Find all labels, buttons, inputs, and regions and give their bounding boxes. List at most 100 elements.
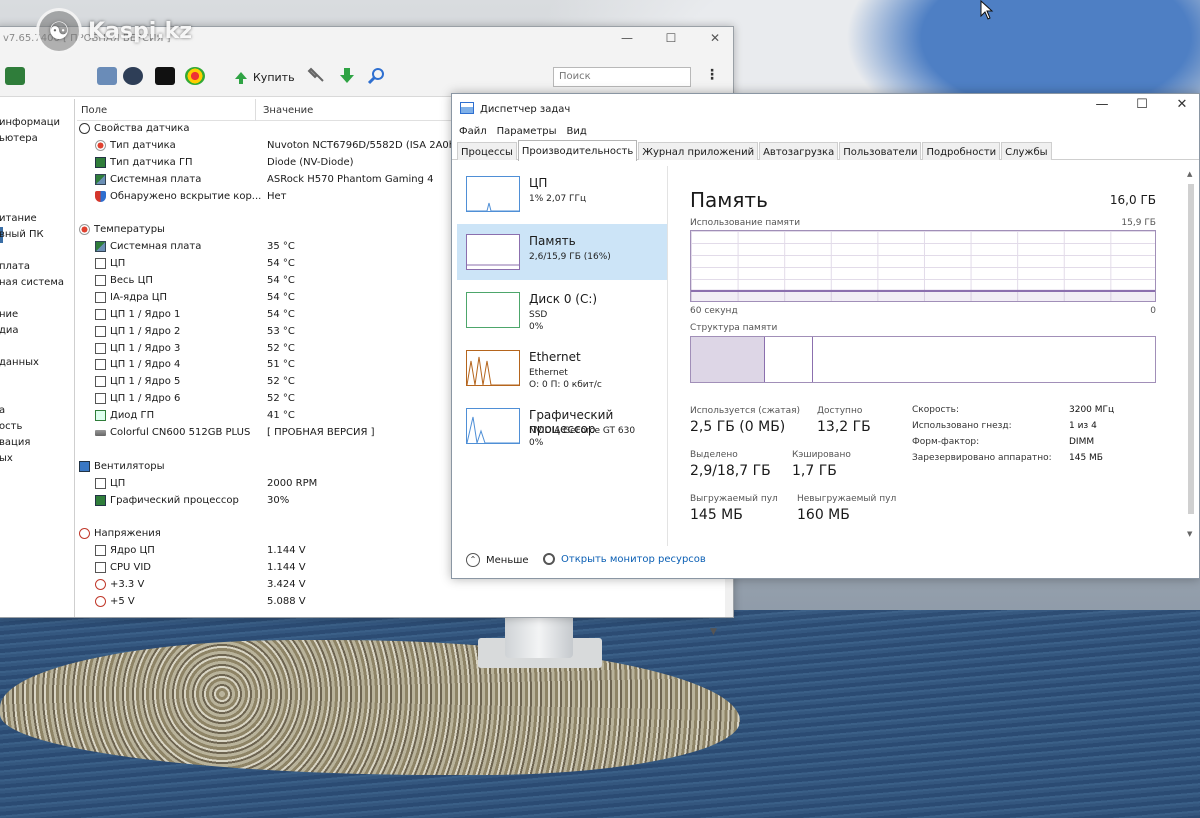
nav-tree-item[interactable]: диа [0,323,74,339]
nav-tree-item[interactable]: итание [0,211,74,227]
memory-stat-value: 13,2 ГБ [817,419,871,435]
gpu-icon [95,494,106,506]
mb-icon [95,173,106,185]
perf-detail: 2,6/15,9 ГБ (16%) [529,252,611,262]
nav-tree-item[interactable] [0,99,74,115]
nav-tree-item[interactable]: информаци [0,115,74,131]
browser-icon[interactable] [185,67,205,85]
panel-scrollbar[interactable]: ▲ ▼ [1186,170,1196,538]
download-icon[interactable] [337,67,357,85]
sensor-label: Графический процессор [110,494,239,506]
minimize-icon[interactable]: — [1091,97,1113,112]
memory-usage-graph [690,230,1156,302]
nav-tree-item[interactable]: вация [0,435,74,451]
user-icon[interactable] [123,67,143,85]
scroll-up-icon[interactable]: ▲ [1187,170,1192,178]
nav-tree-item[interactable] [0,339,74,355]
perf-item[interactable]: Ethernet Ethernet О: 0 П: 0 кбит/с [457,340,667,396]
perf-item[interactable]: Графический процессор NVIDIA GeForce GT 6… [457,398,667,454]
memory-spec-label: Скорость: [912,405,959,415]
nav-tree-item[interactable]: ние [0,307,74,323]
perf-sparkline [467,202,519,211]
perf-item[interactable]: Диск 0 (C:) SSD 0% [457,282,667,338]
osd-icon[interactable] [155,67,175,85]
tab-item[interactable]: Процессы [457,142,517,160]
perf-detail: О: 0 П: 0 кбит/с [529,380,602,390]
sensor-label-cell: ЦП [95,258,126,270]
fewer-details-button[interactable]: ⌃ Меньше [466,553,529,567]
tab-item[interactable]: Службы [1001,142,1052,160]
minimize-icon[interactable]: — [617,31,637,45]
perf-sparkline [467,264,519,266]
tab-item[interactable]: Пользователи [839,142,922,160]
nav-tree-item[interactable]: ьютера [0,131,74,147]
search-input[interactable]: Поиск [553,67,691,87]
memory-stat-label: Невыгружаемый пул [797,494,897,504]
nav-tree-item[interactable] [0,179,74,195]
sensor-label: ЦП 1 / Ядро 6 [110,393,181,405]
network-icon[interactable] [97,67,117,85]
buy-button[interactable]: Купить [233,69,295,85]
nav-tree-item[interactable] [0,371,74,387]
close-icon[interactable]: ✕ [705,31,725,45]
sensor-label-cell: Ядро ЦП [95,545,155,557]
nav-tree-item[interactable] [0,147,74,163]
close-icon[interactable]: ✕ [1171,97,1193,112]
sensor-label-cell: Colorful CN600 512GB PLUS [95,427,250,438]
fewer-details-label: Меньше [486,554,529,566]
nav-tree-item[interactable] [0,243,74,259]
memory-stat-label: Кэшировано [792,450,851,460]
memory-spec-value: 3200 МГц [1069,405,1115,415]
open-resource-monitor-link[interactable]: Открыть монитор ресурсов [543,553,706,565]
therm-icon [79,224,90,236]
nav-tree-item[interactable]: вный ПК [0,227,74,243]
memory-module-icon[interactable] [5,67,25,85]
nav-tree-item[interactable]: плата [0,259,74,275]
menu-item[interactable]: Параметры [497,126,557,140]
scroll-down-icon[interactable]: ▼ [710,627,717,637]
sensor-label-cell: Весь ЦП [95,275,153,287]
scroll-down-icon[interactable]: ▼ [1187,530,1192,538]
tab-item[interactable]: Производительность [517,140,638,161]
tab-item[interactable]: Автозагрузка [759,142,839,160]
nav-tree-item[interactable]: ость [0,419,74,435]
tools-icon[interactable] [307,67,327,85]
nav-tree-item[interactable]: данных [0,355,74,371]
nav-tree-item[interactable]: ых [0,451,74,467]
scrollbar-thumb[interactable] [1188,184,1194,514]
maximize-icon[interactable]: ☐ [1131,97,1153,112]
sensor-label-cell: Вентиляторы [79,460,164,472]
nav-tree-item[interactable] [0,163,74,179]
perf-item[interactable]: ЦП 1% 2,07 ГГц [457,166,667,222]
more-options-icon[interactable]: ⋮ [705,67,719,83]
sensor-label: ЦП 1 / Ядро 2 [110,325,181,337]
nav-tree-item[interactable] [0,195,74,211]
tab-item[interactable]: Журнал приложений [638,142,759,160]
sensor-row[interactable]: +3.3 V 3.424 V [77,577,725,594]
task-manager-window: Диспетчер задач — ☐ ✕ Файл Параметры Вид П… [451,93,1200,579]
aida-toolbar: Купить Поиск ⋮ [0,53,733,97]
maximize-icon[interactable]: ☐ [661,31,681,45]
sensor-label: Диод ГП [110,410,155,422]
column-field[interactable]: Поле [81,105,107,116]
search-icon[interactable] [367,67,387,85]
nav-tree-item[interactable]: ная система [0,275,74,291]
nav-tree-item[interactable] [0,291,74,307]
sensor-label: ЦП [110,477,126,489]
nav-tree-item[interactable] [0,387,74,403]
perf-detail: SSD [529,310,548,320]
column-value[interactable]: Значение [263,105,313,116]
memory-usage-label: Использование памяти [690,218,801,228]
disk-icon [95,429,106,436]
sensor-label: Colorful CN600 512GB PLUS [110,427,251,439]
nav-tree-item[interactable]: а [0,403,74,419]
memory-spec-label: Зарезервировано аппаратно: [912,453,1052,463]
menu-item[interactable]: Вид [567,126,587,140]
sensor-label: ЦП [110,258,126,270]
performance-sidebar: ЦП 1% 2,07 ГГц Память 2,6/15,9 ГБ (16%) Диск… [457,166,667,538]
sq-icon [95,393,106,405]
tab-item[interactable]: Подробности [922,142,1001,160]
sensor-row[interactable]: +5 V 5.088 V [77,594,725,611]
menu-item[interactable]: Файл [459,126,487,140]
perf-item[interactable]: Память 2,6/15,9 ГБ (16%) [457,224,667,280]
